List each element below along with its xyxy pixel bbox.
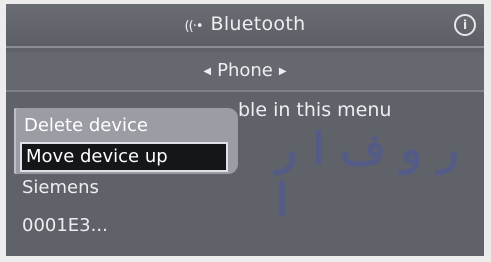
title-label: Bluetooth	[210, 13, 306, 35]
info-icon[interactable]: i	[454, 14, 476, 36]
phone-tab-bar[interactable]: ◀ Phone ▶	[6, 52, 484, 92]
chevron-left-icon[interactable]: ◀	[203, 66, 211, 77]
context-menu: Delete device Move device up	[14, 108, 238, 174]
page-title: ((·• Bluetooth	[6, 13, 484, 35]
bluetooth-icon: ((·•	[184, 19, 204, 34]
phone-label: Phone	[217, 60, 273, 81]
delete-device-item[interactable]: Delete device	[20, 112, 228, 140]
background-message: ble in this menu	[238, 99, 392, 121]
bluetooth-screen: ((·• Bluetooth i ◀ Phone ▶ ble in this menu…	[6, 4, 484, 256]
title-bar: ((·• Bluetooth i	[6, 4, 484, 48]
chevron-right-icon[interactable]: ▶	[279, 66, 287, 77]
device-name[interactable]: Siemens	[22, 177, 99, 198]
watermark: ر و ف ا ر ا	[276, 124, 459, 226]
phone-selector[interactable]: ◀ Phone ▶	[6, 60, 484, 81]
device-address: 0001E3...	[22, 215, 108, 236]
move-device-up-item[interactable]: Move device up	[20, 142, 228, 172]
